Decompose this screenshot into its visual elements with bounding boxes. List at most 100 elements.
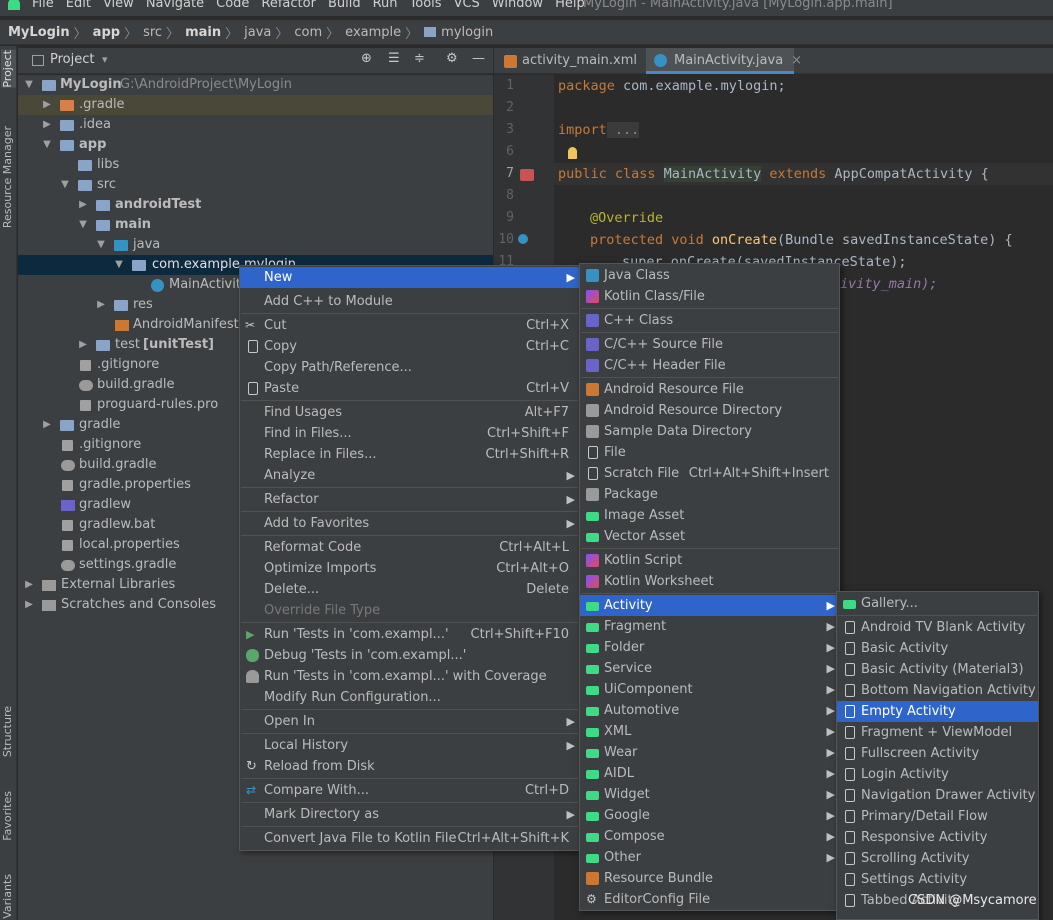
breadcrumb-item[interactable]: src: [143, 25, 162, 40]
project-panel-title[interactable]: Project: [50, 52, 94, 67]
new-aidl[interactable]: AIDL ▶: [580, 763, 839, 784]
new-xml[interactable]: XML ▶: [580, 721, 839, 742]
menu-item-add-to-favorites[interactable]: Add to Favorites ▶: [240, 513, 579, 534]
new-cpp-source[interactable]: C/C++ Source File: [580, 334, 839, 355]
new-widget[interactable]: Widget ▶: [580, 784, 839, 805]
new-other[interactable]: Other ▶: [580, 847, 839, 868]
tab-activity-main-xml[interactable]: activity_main.xml: [494, 48, 644, 74]
tree-item-java[interactable]: ▼ java: [18, 235, 493, 255]
menu-item-copy-path[interactable]: Copy Path/Reference...: [240, 357, 579, 378]
breadcrumb-item[interactable]: MyLogin: [8, 25, 70, 40]
menu-item-analyze[interactable]: Analyze ▶: [240, 465, 579, 486]
menu-item-compare-with[interactable]: ⇄ Compare With... Ctrl+D: [240, 780, 579, 801]
close-icon[interactable]: ×: [791, 53, 802, 68]
tree-item-mylogin[interactable]: ▼ MyLogin G:\AndroidProject\MyLogin: [18, 75, 493, 95]
menu-item-debug-tests[interactable]: Debug 'Tests in 'com.exampl...': [240, 645, 579, 666]
new-editorconfig[interactable]: ⚙ EditorConfig File: [580, 889, 839, 910]
activity-android-tv-blank[interactable]: Android TV Blank Activity: [837, 617, 1038, 638]
menu-navigate[interactable]: Navigate: [146, 0, 204, 11]
tree-item-src[interactable]: ▼ src: [18, 175, 493, 195]
menu-run[interactable]: Run: [373, 0, 398, 11]
tree-item-main[interactable]: ▼ main: [18, 215, 493, 235]
favorites-tool-tab[interactable]: Favorites: [1, 791, 14, 841]
menu-item-local-history[interactable]: Local History ▶: [240, 735, 579, 756]
variants-tool-tab[interactable]: Variants: [1, 874, 14, 919]
new-scratch-file[interactable]: Scratch File Ctrl+Alt+Shift+Insert: [580, 463, 839, 484]
menu-item-replace-in-files[interactable]: Replace in Files... Ctrl+Shift+R: [240, 444, 579, 465]
activity-gallery[interactable]: Gallery...: [837, 593, 1038, 614]
menu-item-run-tests[interactable]: ▶ Run 'Tests in 'com.exampl...' Ctrl+Shift…: [240, 624, 579, 645]
new-kotlin-script[interactable]: Kotlin Script: [580, 550, 839, 571]
project-tool-tab[interactable]: Project: [1, 50, 16, 88]
tree-item-idea[interactable]: ▶ .idea: [18, 115, 493, 135]
new-cpp-class[interactable]: C++ Class: [580, 310, 839, 331]
tab-mainactivity-java[interactable]: MainActivity.java ×: [646, 48, 802, 74]
menu-item-reload-from-disk[interactable]: ↻ Reload from Disk: [240, 756, 579, 777]
chevron-down-icon[interactable]: ▾: [102, 53, 108, 66]
activity-responsive[interactable]: Responsive Activity: [837, 827, 1038, 848]
activity-basic[interactable]: Basic Activity: [837, 638, 1038, 659]
new-service[interactable]: Service ▶: [580, 658, 839, 679]
collapse-all-icon[interactable]: ≑: [414, 51, 425, 66]
menu-build[interactable]: Build: [328, 0, 361, 11]
run-gutter-icon[interactable]: [520, 169, 534, 181]
activity-navigation-drawer[interactable]: Navigation Drawer Activity: [837, 785, 1038, 806]
tree-item-app[interactable]: ▼ app: [18, 135, 493, 155]
menu-view[interactable]: View: [103, 0, 134, 11]
tree-item-libs[interactable]: libs: [18, 155, 493, 175]
menu-file[interactable]: File: [32, 0, 54, 11]
gear-icon[interactable]: ⚙: [446, 51, 458, 66]
structure-tool-tab[interactable]: Structure: [1, 706, 14, 757]
menu-item-run-coverage[interactable]: Run 'Tests in 'com.exampl...' with Cover…: [240, 666, 579, 687]
override-gutter-icon[interactable]: [518, 234, 528, 244]
menu-item-reformat-code[interactable]: Reformat Code Ctrl+Alt+L: [240, 537, 579, 558]
menu-item-copy[interactable]: Copy Ctrl+C: [240, 336, 579, 357]
menu-item-convert-to-kotlin[interactable]: Convert Java File to Kotlin File Ctrl+Alt…: [240, 828, 579, 849]
resource-manager-tool-tab[interactable]: Resource Manager: [1, 126, 14, 228]
activity-bottom-navigation[interactable]: Bottom Navigation Activity: [837, 680, 1038, 701]
breadcrumb-item[interactable]: java: [244, 25, 271, 40]
new-uicomponent[interactable]: UiComponent ▶: [580, 679, 839, 700]
new-android-resource-file[interactable]: Android Resource File: [580, 379, 839, 400]
menu-help[interactable]: Help: [555, 0, 585, 11]
new-package[interactable]: Package: [580, 484, 839, 505]
expand-all-icon[interactable]: ☰: [388, 51, 400, 66]
tree-item-androidtest[interactable]: ▶ androidTest: [18, 195, 493, 215]
activity-login[interactable]: Login Activity: [837, 764, 1038, 785]
menu-vcs[interactable]: VCS: [454, 0, 480, 11]
new-vector-asset[interactable]: Vector Asset: [580, 526, 839, 547]
menu-item-open-in[interactable]: Open In ▶: [240, 711, 579, 732]
hide-icon[interactable]: —: [472, 51, 485, 66]
new-image-asset[interactable]: Image Asset: [580, 505, 839, 526]
new-google[interactable]: Google ▶: [580, 805, 839, 826]
menu-item-new[interactable]: New ▶: [240, 267, 579, 288]
activity-scrolling[interactable]: Scrolling Activity: [837, 848, 1038, 869]
activity-basic-material3[interactable]: Basic Activity (Material3): [837, 659, 1038, 680]
new-file[interactable]: File: [580, 442, 839, 463]
menu-edit[interactable]: Edit: [66, 0, 91, 11]
locate-icon[interactable]: ⊕: [361, 51, 372, 66]
breadcrumb-item[interactable]: main: [185, 25, 221, 40]
new-activity[interactable]: Activity ▶: [580, 595, 839, 616]
new-cpp-header[interactable]: C/C++ Header File: [580, 355, 839, 376]
menu-code[interactable]: Code: [216, 0, 249, 11]
menu-item-modify-run-config[interactable]: Modify Run Configuration...: [240, 687, 579, 708]
activity-fragment-viewmodel[interactable]: Fragment + ViewModel: [837, 722, 1038, 743]
activity-empty[interactable]: Empty Activity: [837, 701, 1038, 722]
new-compose[interactable]: Compose ▶: [580, 826, 839, 847]
new-fragment[interactable]: Fragment ▶: [580, 616, 839, 637]
activity-primary-detail[interactable]: Primary/Detail Flow: [837, 806, 1038, 827]
menu-item-delete[interactable]: Delete... Delete: [240, 579, 579, 600]
new-automotive[interactable]: Automotive ▶: [580, 700, 839, 721]
menu-window[interactable]: Window: [492, 0, 543, 11]
menu-item-mark-directory[interactable]: Mark Directory as ▶: [240, 804, 579, 825]
menu-tools[interactable]: Tools: [410, 0, 442, 11]
breadcrumb-item[interactable]: mylogin: [441, 25, 493, 40]
menu-item-add-cpp[interactable]: Add C++ to Module: [240, 291, 579, 312]
new-sample-data-dir[interactable]: Sample Data Directory: [580, 421, 839, 442]
menu-item-find-usages[interactable]: Find Usages Alt+F7: [240, 402, 579, 423]
menu-item-refactor[interactable]: Refactor ▶: [240, 489, 579, 510]
breadcrumb-item[interactable]: example: [345, 25, 401, 40]
activity-settings[interactable]: Settings Activity: [837, 869, 1038, 890]
new-folder[interactable]: Folder ▶: [580, 637, 839, 658]
